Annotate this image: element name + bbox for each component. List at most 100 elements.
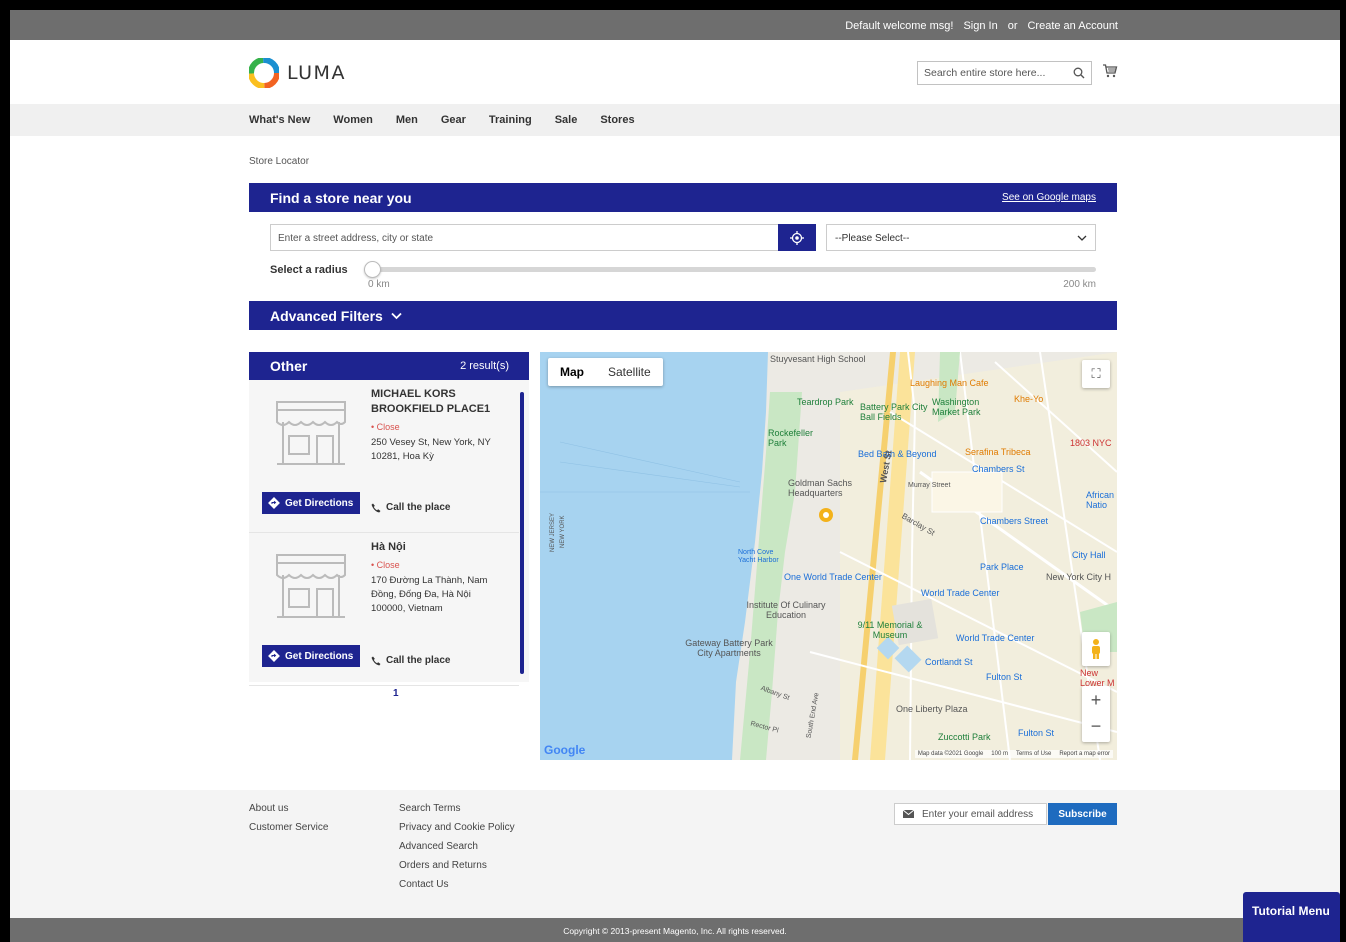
nav-item-sale[interactable]: Sale	[555, 114, 578, 126]
chevron-down-icon	[391, 312, 402, 320]
newsletter-email-input[interactable]: Enter your email address	[894, 803, 1047, 825]
zoom-in-icon[interactable]: +	[1091, 686, 1102, 714]
radius-label: Select a radius	[270, 264, 348, 276]
footer-link-customer-service[interactable]: Customer Service	[249, 822, 328, 833]
logo[interactable]: LUMA	[249, 58, 346, 88]
store-item[interactable]: Hà Nội • Close 170 Đường La Thành, Nam Đ…	[249, 533, 519, 686]
search-icon[interactable]	[1073, 67, 1085, 79]
nav-item-gear[interactable]: Gear	[441, 114, 466, 126]
directions-icon	[268, 650, 280, 662]
welcome-message: Default welcome msg!	[845, 20, 954, 32]
map-label: Khe-Yo	[1014, 394, 1044, 404]
search-input[interactable]: Search entire store here...	[917, 61, 1092, 85]
map-label: One Liberty Plaza	[896, 704, 968, 714]
store-name[interactable]: MICHAEL KORS BROOKFIELD PLACE1	[371, 387, 511, 417]
footer-link-search-terms[interactable]: Search Terms	[399, 803, 515, 814]
search-placeholder: Search entire store here...	[924, 67, 1046, 79]
radius-min-label: 0 km	[368, 279, 390, 290]
get-directions-button[interactable]: Get Directions	[262, 492, 360, 514]
google-maps-link[interactable]: See on Google maps	[1002, 192, 1096, 203]
tutorial-menu-button[interactable]: Tutorial Menu	[1243, 892, 1340, 942]
satellite-tab[interactable]: Satellite	[596, 358, 663, 386]
store-name[interactable]: Hà Nội	[371, 540, 511, 555]
newsletter-placeholder: Enter your email address	[922, 808, 1034, 820]
map-label: 9/11 Memorial & Museum	[857, 620, 923, 640]
logo-text: LUMA	[287, 62, 346, 84]
call-place-button[interactable]: Call the place	[371, 502, 450, 513]
results-count: 2 result(s)	[460, 360, 509, 372]
nav-item-women[interactable]: Women	[333, 114, 373, 126]
window-frame-left	[0, 0, 10, 942]
phone-icon	[371, 503, 381, 512]
advanced-filters-label: Advanced Filters	[270, 308, 383, 324]
map-label: Zuccotti Park	[938, 732, 991, 742]
store-status: • Close	[371, 422, 400, 432]
nav-item-stores[interactable]: Stores	[600, 114, 634, 126]
breadcrumb: Store Locator	[249, 156, 310, 167]
create-account-link[interactable]: Create an Account	[1027, 20, 1118, 32]
call-place-button[interactable]: Call the place	[371, 655, 450, 666]
zoom-out-icon[interactable]: −	[1091, 714, 1102, 742]
address-input[interactable]: Enter a street address, city or state	[270, 224, 779, 251]
map-label: Battery Park City Ball Fields	[860, 402, 928, 422]
footer-links-col2: Search Terms Privacy and Cookie Policy A…	[399, 803, 515, 898]
window-frame-right	[1340, 0, 1346, 942]
store-list-header: Other 2 result(s)	[249, 352, 529, 380]
map-scale: 100 m	[991, 751, 1008, 757]
subscribe-button[interactable]: Subscribe	[1048, 803, 1117, 825]
map-label: Chambers Street	[980, 516, 1049, 526]
map-label: NEW YORK	[560, 515, 566, 548]
advanced-filters-toggle[interactable]: Advanced Filters	[249, 301, 1117, 330]
store-status: • Close	[371, 560, 400, 570]
site-header: LUMA Search entire store here...	[10, 40, 1340, 104]
map-terms-link[interactable]: Terms of Use	[1016, 751, 1051, 757]
pagination-page-1[interactable]: 1	[393, 688, 399, 699]
get-directions-button[interactable]: Get Directions	[262, 645, 360, 667]
street-view-pegman-icon[interactable]	[1082, 632, 1110, 666]
map-label: Fulton St	[986, 672, 1023, 682]
map-label: Park Place	[980, 562, 1024, 572]
nav-item-whats-new[interactable]: What's New	[249, 114, 310, 126]
radius-slider-track[interactable]	[373, 267, 1096, 272]
map-tiles	[540, 352, 1117, 760]
store-search-form: Enter a street address, city or state --…	[249, 212, 1117, 301]
envelope-icon	[903, 810, 914, 818]
luma-logo-icon	[249, 58, 279, 88]
footer-link-contact-us[interactable]: Contact Us	[399, 879, 515, 890]
map-label: Fulton St	[1018, 728, 1055, 738]
nav-item-training[interactable]: Training	[489, 114, 532, 126]
footer-link-advanced-search[interactable]: Advanced Search	[399, 841, 515, 852]
map-label: African Natio	[1086, 490, 1115, 510]
radius-slider-handle[interactable]	[364, 261, 381, 278]
store-item[interactable]: MICHAEL KORS BROOKFIELD PLACE1 • Close 2…	[249, 380, 519, 533]
store-list-scrollbar[interactable]	[520, 392, 524, 674]
window-frame-top	[0, 0, 1346, 10]
country-select[interactable]: --Please Select--	[826, 224, 1096, 251]
map-label: Chambers St	[972, 464, 1025, 474]
footer-link-orders-returns[interactable]: Orders and Returns	[399, 860, 515, 871]
directions-icon	[268, 497, 280, 509]
store-placeholder-icon	[276, 554, 346, 618]
map-label: World Trade Center	[956, 633, 1035, 643]
map-label: Serafina Tribeca	[965, 447, 1031, 457]
map-tab[interactable]: Map	[548, 358, 596, 386]
map-type-control: Map Satellite	[548, 358, 663, 386]
main-nav: What's New Women Men Gear Training Sale …	[10, 104, 1340, 136]
map-label: World Trade Center	[921, 588, 1000, 598]
map-label: One World Trade Center	[784, 572, 882, 582]
location-target-icon	[790, 230, 804, 245]
map-label: Bed Bath & Beyond	[858, 449, 937, 459]
footer-link-about-us[interactable]: About us	[249, 803, 328, 814]
footer-link-privacy[interactable]: Privacy and Cookie Policy	[399, 822, 515, 833]
sign-in-link[interactable]: Sign In	[963, 20, 997, 32]
map-label: Goldman Sachs Headquarters	[788, 478, 853, 498]
nav-item-men[interactable]: Men	[396, 114, 418, 126]
fullscreen-icon[interactable]: ⛶	[1082, 360, 1110, 388]
map-label: Institute Of Culinary Education	[746, 600, 826, 620]
google-map[interactable]: Map Satellite ⛶ + − Stuyvesant High Scho…	[540, 352, 1117, 760]
cart-icon[interactable]	[1102, 63, 1118, 79]
map-data-credit: Map data ©2021 Google	[917, 751, 984, 757]
locate-me-button[interactable]	[778, 224, 816, 251]
chevron-down-icon	[1077, 235, 1087, 241]
map-report-link[interactable]: Report a map error	[1059, 751, 1110, 757]
